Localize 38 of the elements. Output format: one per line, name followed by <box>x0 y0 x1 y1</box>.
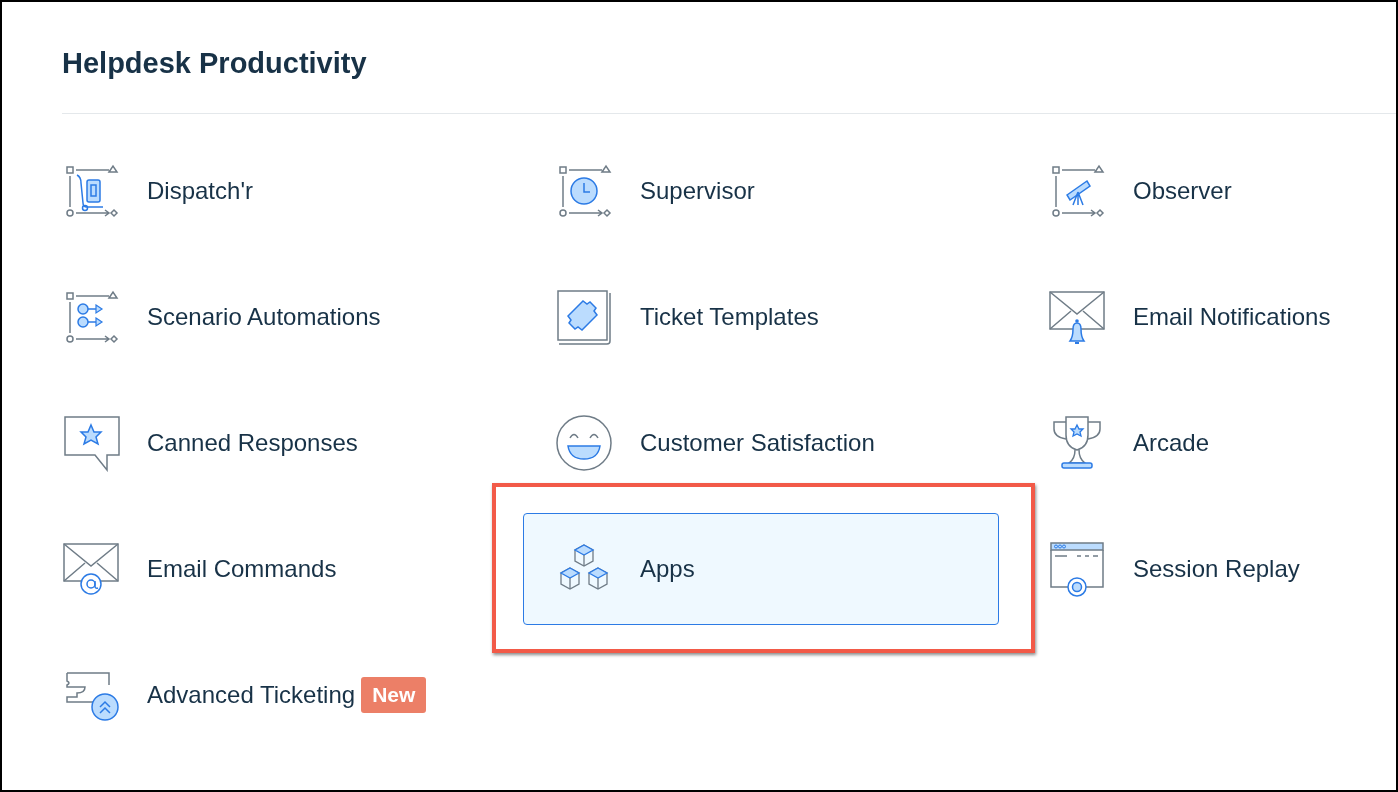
speech-bubble-star-icon <box>63 414 120 472</box>
smiley-icon <box>556 414 613 472</box>
settings-item[interactable]: Email Notifications <box>1016 261 1396 373</box>
item-label: Email Commands <box>147 554 337 584</box>
telescope-icon <box>1049 162 1106 220</box>
item-label: Arcade <box>1133 428 1210 458</box>
item-label: Observer <box>1133 176 1232 206</box>
item-label: Supervisor <box>640 176 755 206</box>
settings-item[interactable]: Canned Responses <box>30 387 506 499</box>
item-label: Customer Satisfaction <box>640 428 875 458</box>
settings-item[interactable]: Scenario Automations <box>30 261 506 373</box>
settings-item[interactable]: Email Commands <box>30 513 506 625</box>
settings-item[interactable]: Arcade <box>1016 387 1396 499</box>
cart-icon <box>63 162 120 220</box>
item-label: Canned Responses <box>147 428 358 458</box>
page-title: Helpdesk Productivity <box>62 46 368 80</box>
new-badge: New <box>361 677 427 713</box>
browser-record-icon <box>1049 540 1106 598</box>
envelope-bell-icon <box>1049 288 1106 346</box>
item-label: Session Replay <box>1133 554 1300 584</box>
settings-item[interactable]: Customer Satisfaction <box>523 387 999 499</box>
item-label: Dispatch'r <box>147 176 253 206</box>
settings-item[interactable]: Session Replay <box>1016 513 1396 625</box>
envelope-at-icon <box>63 540 120 598</box>
selected-card[interactable]: Apps <box>523 513 999 625</box>
item-label: Email Notifications <box>1133 302 1331 332</box>
settings-item[interactable]: Dispatch'r <box>30 135 506 247</box>
item-label: Apps <box>640 554 695 584</box>
flow-icon <box>63 288 120 346</box>
settings-item[interactable]: Supervisor <box>523 135 999 247</box>
item-label: Scenario Automations <box>147 302 381 332</box>
item-label: Advanced Ticketing <box>147 680 356 710</box>
ticket-icon <box>556 288 613 346</box>
settings-item[interactable]: Observer <box>1016 135 1396 247</box>
settings-item[interactable]: Advanced Ticketing New <box>30 639 506 751</box>
settings-item[interactable]: Ticket Templates <box>523 261 999 373</box>
item-label: Ticket Templates <box>640 302 819 332</box>
clock-icon <box>556 162 613 220</box>
